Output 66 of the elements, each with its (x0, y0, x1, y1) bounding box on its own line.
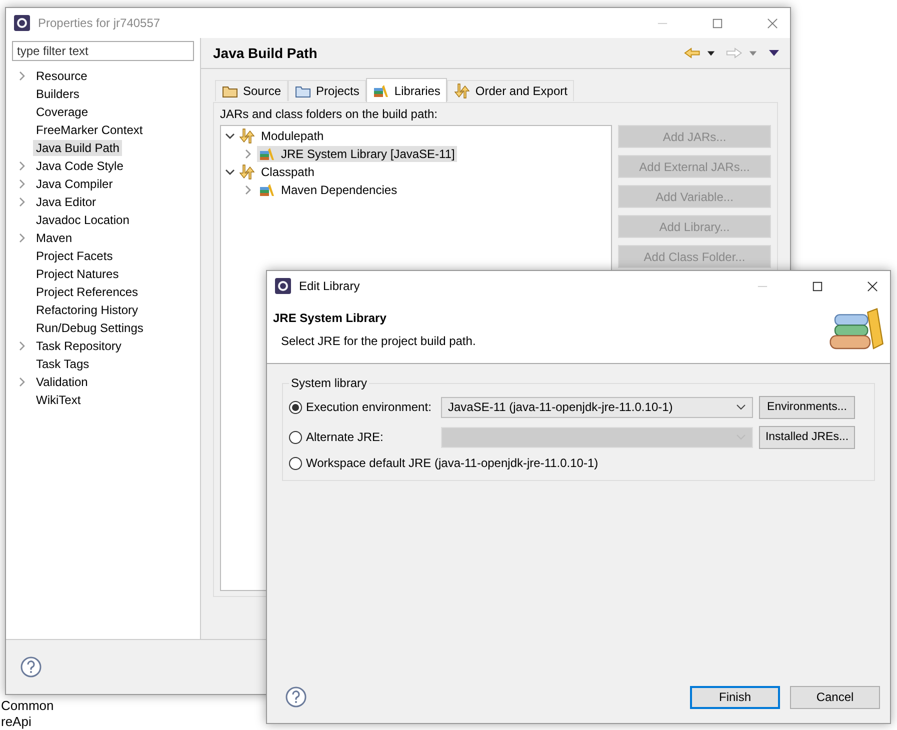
tab[interactable]: Source (215, 80, 288, 101)
nav-item[interactable]: Task Tags (33, 356, 92, 372)
help-icon[interactable] (285, 686, 307, 708)
books-icon (259, 182, 275, 198)
nav-item[interactable]: Builders (33, 86, 82, 102)
books-icon (373, 82, 390, 98)
nav-item[interactable]: Java Editor (33, 194, 100, 210)
tree-item[interactable]: Classpath (259, 165, 316, 179)
nav-item[interactable]: Run/Debug Settings (33, 320, 146, 336)
nav-item[interactable]: Resource (33, 68, 90, 84)
chevron-icon[interactable] (18, 71, 26, 81)
nav-item[interactable]: Javadoc Location (33, 212, 132, 228)
tree-item[interactable]: Modulepath (259, 129, 326, 143)
chevron-icon[interactable] (18, 341, 26, 351)
close-icon[interactable] (867, 280, 878, 292)
up-down-arrows-icon (239, 164, 255, 180)
nav-item[interactable]: Maven (33, 230, 76, 246)
help-icon[interactable] (20, 656, 42, 678)
dialog-heading: JRE System Library (273, 311, 388, 325)
up-down-arrows-icon (239, 128, 255, 144)
group-label: System library (290, 376, 368, 390)
nav-item[interactable]: Refactoring History (33, 302, 142, 318)
chevron-icon[interactable] (243, 149, 253, 159)
books-icon (259, 146, 275, 162)
dropdown[interactable]: JavaSE-11 (java-11-openjdk-jre-11.0.10-1) (441, 396, 753, 418)
option-label[interactable]: Execution environment: (306, 400, 437, 414)
dialog-button[interactable]: Finish (690, 686, 780, 708)
expanded-chevron-icon[interactable] (225, 167, 235, 177)
list-caption: JARs and class folders on the build path: (220, 107, 438, 121)
nav-item[interactable]: FreeMarker Context (33, 122, 146, 138)
nav-item[interactable]: Java Build Path (33, 140, 122, 156)
tab[interactable]: Order and Export (447, 80, 574, 101)
maximize-icon[interactable] (812, 280, 823, 292)
tab[interactable]: Libraries (366, 78, 448, 102)
expanded-chevron-icon[interactable] (225, 131, 235, 141)
option-label[interactable]: Workspace default JRE (java-11-openjdk-jre-11.0.10-1) (306, 456, 598, 470)
nav-item[interactable]: Validation (33, 374, 91, 390)
chevron-icon[interactable] (18, 233, 26, 243)
up-down-arrows-icon (454, 83, 470, 99)
radio-button[interactable] (289, 456, 302, 470)
nav-item[interactable]: Coverage (33, 104, 92, 120)
window-title: Edit Library (299, 279, 360, 293)
window-title: Properties for jr740557 (38, 16, 160, 30)
caret-icon (736, 404, 746, 410)
dialog-button[interactable]: Cancel (790, 686, 880, 708)
nav-item[interactable]: Java Code Style (33, 158, 126, 174)
nav-item[interactable]: Java Compiler (33, 176, 116, 192)
nav-item[interactable]: Project Natures (33, 266, 122, 282)
code-text: Common (1, 698, 54, 714)
chevron-icon[interactable] (243, 185, 253, 195)
tree-item[interactable]: Maven Dependencies (257, 182, 400, 198)
radio-button[interactable] (289, 400, 302, 414)
tab[interactable]: Projects (288, 80, 366, 101)
nav-item[interactable]: Project References (33, 284, 142, 300)
tree-item[interactable]: JRE System Library [JavaSE-11] (257, 146, 457, 162)
app-icon (275, 278, 291, 294)
dialog-description: Select JRE for the project build path. (281, 334, 477, 348)
app-icon (14, 15, 30, 31)
code-text: reApi (1, 714, 32, 730)
filter-field[interactable]: type filter text (12, 41, 194, 61)
nav-item[interactable]: Project Facets (33, 248, 116, 264)
nav-item[interactable]: Task Repository (33, 338, 124, 354)
nav-item[interactable]: WikiText (33, 392, 84, 408)
page-title: Java Build Path (213, 45, 318, 61)
chevron-icon[interactable] (18, 377, 26, 387)
option-button[interactable]: Environments... (759, 396, 855, 418)
